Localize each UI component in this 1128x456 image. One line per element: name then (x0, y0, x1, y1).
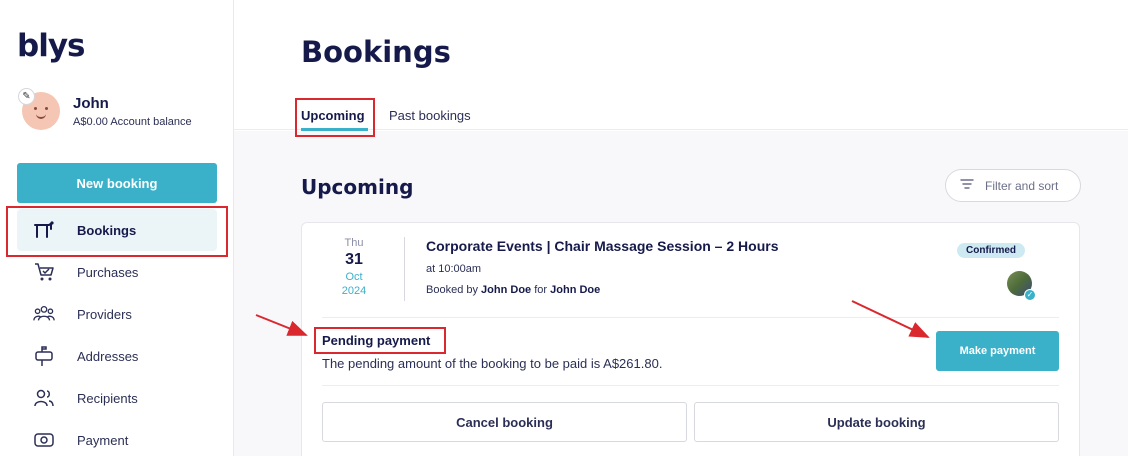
sidebar-item-label: Providers (77, 306, 132, 322)
annotation-box-bookings (6, 206, 228, 257)
filter-sort-button[interactable]: Filter and sort (945, 169, 1081, 202)
date-weekday: Thu (344, 237, 364, 249)
booked-by: Booked by John Doe for John Doe (426, 284, 600, 296)
blys-logo[interactable]: blys (17, 28, 85, 64)
sidebar-item-label: Recipients (77, 390, 138, 406)
people-group-icon (33, 304, 55, 324)
divider (322, 317, 1059, 318)
update-booking-button[interactable]: Update booking (694, 402, 1059, 442)
date-month: Oct (345, 271, 363, 283)
sidebar-item-payment[interactable]: Payment (17, 419, 217, 456)
section-title: Upcoming (301, 175, 414, 199)
date-year: 2024 (341, 285, 367, 297)
avatar-eye (45, 107, 48, 110)
users-icon (33, 388, 55, 408)
verified-check-icon: ✓ (1024, 289, 1036, 301)
sidebar-item-addresses[interactable]: Addresses (17, 335, 217, 377)
booking-title[interactable]: Corporate Events | Chair Massage Session… (426, 238, 778, 254)
make-payment-button[interactable]: Make payment (936, 331, 1059, 371)
page-title: Bookings (301, 35, 451, 69)
new-booking-button[interactable]: New booking (17, 163, 217, 203)
sidebar-item-label: Addresses (77, 348, 139, 364)
sidebar-item-providers[interactable]: Providers (17, 293, 217, 335)
avatar[interactable]: ✎ (18, 88, 60, 130)
cancel-booking-button[interactable]: Cancel booking (322, 402, 687, 442)
for-prefix: for (534, 284, 548, 296)
account-balance: A$0.00 Account balance (73, 115, 192, 128)
divider (322, 385, 1059, 386)
booking-time: at 10:00am (426, 263, 482, 275)
avatar-mouth (36, 114, 46, 119)
sidebar-item-label: Payment (77, 432, 129, 448)
main-content: Upcoming Filter and sort Thu 31 Oct 2024… (234, 131, 1128, 456)
filter-icon (960, 178, 974, 193)
sidebar-item-label: Purchases (77, 264, 139, 280)
profile-name: John (73, 94, 109, 112)
cart-icon (33, 262, 55, 282)
sidebar-item-purchases[interactable]: Purchases (17, 251, 217, 293)
recipient-name: John Doe (550, 284, 601, 296)
avatar-eye (34, 107, 37, 110)
booked-by-name: John Doe (481, 284, 532, 296)
date-day: 31 (345, 251, 363, 268)
tab-past-bookings[interactable]: Past bookings (389, 108, 471, 123)
card-icon (33, 430, 55, 450)
annotation-box-upcoming-tab (295, 98, 375, 137)
booked-by-prefix: Booked by (426, 284, 478, 296)
divider (404, 237, 405, 301)
pending-payment-text: The pending amount of the booking to be … (322, 356, 663, 371)
status-badge: Confirmed (957, 243, 1025, 258)
annotation-box-pending-payment (314, 327, 446, 354)
booking-date: Thu 31 Oct 2024 (324, 237, 384, 297)
pencil-icon[interactable]: ✎ (18, 88, 35, 105)
profile-summary[interactable]: ✎ John A$0.00 Account balance (18, 88, 192, 130)
sidebar-item-recipients[interactable]: Recipients (17, 377, 217, 419)
mailbox-icon (33, 346, 55, 366)
filter-sort-label: Filter and sort (985, 178, 1059, 193)
